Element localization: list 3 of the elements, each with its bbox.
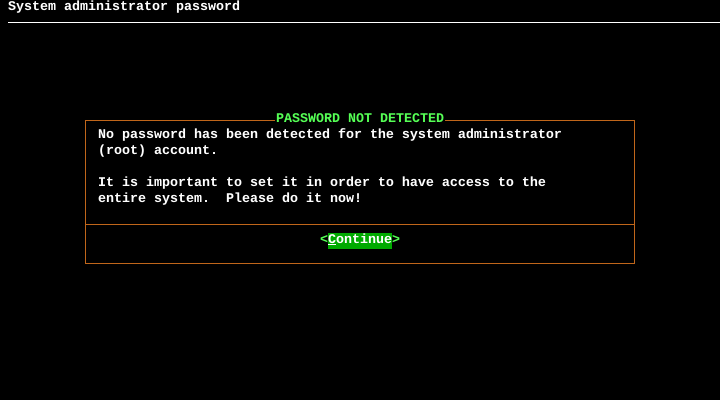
screen-title: System administrator password: [8, 0, 240, 15]
message-text: It is important to set it in order to have access to the entire system. Please do it now!: [98, 176, 547, 208]
message-text: No password has been detected for the system administrator (root) account.: [98, 128, 563, 160]
